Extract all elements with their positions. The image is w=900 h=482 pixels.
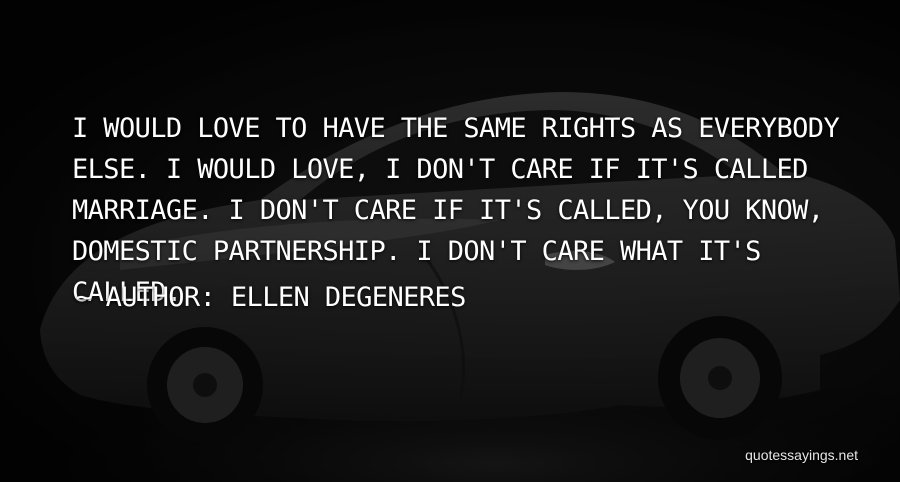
author-prefix: ~	[76, 282, 92, 313]
quote-image: I would love to have the same rights as …	[0, 0, 900, 482]
author-name: Author: Ellen DeGeneres	[105, 282, 467, 313]
site-watermark: quotessayings.net	[745, 447, 858, 463]
author-line: ~ Author: Ellen DeGeneres	[76, 277, 466, 318]
